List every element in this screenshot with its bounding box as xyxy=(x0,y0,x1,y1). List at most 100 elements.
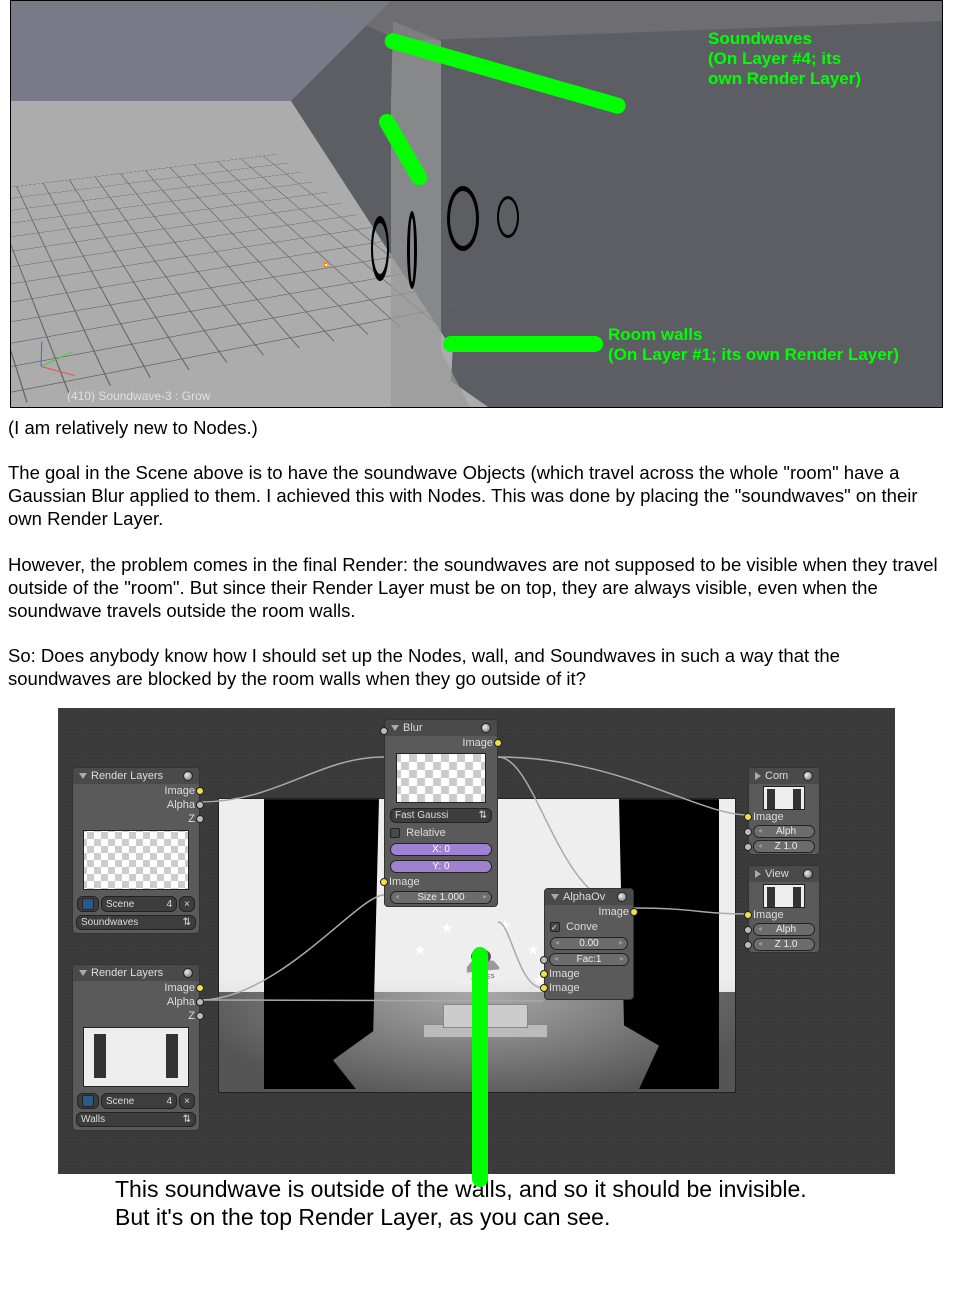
paragraph: So: Does anybody know how I should set u… xyxy=(8,644,945,690)
paragraph: The goal in the Scene above is to have t… xyxy=(8,461,945,530)
bottom-caption: This soundwave is outside of the walls, … xyxy=(115,1176,815,1231)
scene-datablock-button[interactable] xyxy=(77,1093,99,1109)
blur-node[interactable]: Blur Image Fast Gaussi⇅ Relative X: 0 Y:… xyxy=(384,719,498,907)
scene-datablock-button[interactable] xyxy=(77,896,99,912)
render-layers-node[interactable]: Render Layers Image Alpha Z Scene4 × Wal… xyxy=(72,964,200,1131)
checkbox-icon[interactable] xyxy=(550,922,560,932)
node-header[interactable]: Render Layers xyxy=(73,768,199,784)
composite-node[interactable]: Com Image ◂Alph ◂Z 1.0 xyxy=(748,767,820,855)
node-title: Render Layers xyxy=(91,967,163,979)
socket-label: Image xyxy=(164,785,195,797)
socket-label: Image xyxy=(549,968,580,980)
node-title: Render Layers xyxy=(91,770,163,782)
pin-button[interactable]: × xyxy=(179,1093,195,1109)
socket-label: Image xyxy=(549,982,580,994)
input-socket[interactable] xyxy=(744,941,752,949)
viewer-preview xyxy=(763,884,805,908)
output-socket[interactable] xyxy=(494,739,502,747)
output-socket[interactable] xyxy=(196,984,204,992)
input-socket[interactable] xyxy=(744,828,752,836)
soundwave-object[interactable] xyxy=(371,216,389,281)
render-layer-select[interactable]: Soundwaves⇅ xyxy=(76,915,196,930)
fac-field[interactable]: ◂Fac:1▸ xyxy=(549,953,629,966)
node-preview-sphere-icon xyxy=(183,968,193,978)
blur-type-select[interactable]: Fast Gaussi⇅ xyxy=(390,808,492,823)
viewport-keyframe-label: (410) Soundwave-3 : Grow xyxy=(67,389,210,403)
scene-select[interactable]: Scene4 xyxy=(101,896,177,912)
render-preview xyxy=(83,1027,189,1087)
node-header[interactable]: AlphaOv xyxy=(545,889,633,905)
z-field[interactable]: ◂Z 1.0 xyxy=(753,840,815,853)
z-field[interactable]: ◂Z 1.0 xyxy=(753,938,815,951)
pin-button[interactable]: × xyxy=(179,896,195,912)
node-title: Blur xyxy=(403,722,423,734)
input-socket[interactable] xyxy=(744,843,752,851)
scene-select[interactable]: Scene4 xyxy=(101,1093,177,1109)
paragraph: (I am relatively new to Nodes.) xyxy=(8,416,945,439)
node-preview-sphere-icon xyxy=(481,723,491,733)
node-header[interactable]: Render Layers xyxy=(73,965,199,981)
socket-label: Image xyxy=(753,811,784,823)
blender-node-editor[interactable]: MOVIES Render Layers Image Alpha Z Sce xyxy=(58,708,895,1174)
socket-label: Image xyxy=(389,876,420,888)
socket-label: Alpha xyxy=(167,799,195,811)
blur-preview xyxy=(396,753,486,803)
output-socket[interactable] xyxy=(196,998,204,1006)
node-header[interactable]: Blur xyxy=(385,720,497,736)
input-socket[interactable] xyxy=(540,984,548,992)
output-socket[interactable] xyxy=(196,1012,204,1020)
render-layers-node[interactable]: Render Layers Image Alpha Z Scene4 × Sou… xyxy=(72,767,200,934)
node-title: Com xyxy=(765,770,788,782)
node-title: AlphaOv xyxy=(563,891,605,903)
annotation-roomwalls: Room walls (On Layer #1; its own Render … xyxy=(608,325,899,365)
output-socket[interactable] xyxy=(196,801,204,809)
collapse-triangle-icon[interactable] xyxy=(391,725,399,731)
soundwave-object[interactable] xyxy=(497,196,519,238)
collapse-triangle-icon[interactable] xyxy=(79,773,87,779)
collapse-triangle-icon[interactable] xyxy=(551,894,559,900)
node-preview-sphere-icon xyxy=(803,771,813,781)
render-layer-select[interactable]: Walls⇅ xyxy=(76,1112,196,1127)
soundwave-object[interactable] xyxy=(407,211,417,289)
annotation-pointer xyxy=(443,336,603,352)
node-header[interactable]: Com xyxy=(749,768,819,784)
blender-3d-viewport[interactable]: User Persp (Local) + z (410) Soundwave-3… xyxy=(10,0,943,408)
alpha-over-node[interactable]: AlphaOv Image Conve ◂0.00▸ ◂Fac:1▸ Image… xyxy=(544,888,634,1000)
premul-field[interactable]: ◂0.00▸ xyxy=(550,937,628,950)
soundwave-object[interactable] xyxy=(447,186,479,251)
render-preview xyxy=(83,830,189,890)
input-socket[interactable] xyxy=(744,911,752,919)
alpha-field[interactable]: ◂Alph xyxy=(753,825,815,838)
collapse-triangle-icon[interactable] xyxy=(755,772,761,780)
relative-checkbox-row[interactable]: Relative xyxy=(385,825,497,841)
input-socket[interactable] xyxy=(540,956,548,964)
input-socket[interactable] xyxy=(380,878,388,886)
annotation-pointer xyxy=(472,947,488,1187)
checkbox-icon[interactable] xyxy=(390,828,400,838)
input-socket[interactable] xyxy=(744,926,752,934)
input-socket[interactable] xyxy=(540,970,548,978)
socket-label: Image xyxy=(598,906,629,918)
socket-label: Z xyxy=(188,1010,195,1022)
curve-origin-marker[interactable] xyxy=(322,262,330,270)
convert-premul-checkbox[interactable]: Conve xyxy=(545,919,633,935)
input-socket[interactable] xyxy=(744,813,752,821)
node-preview-sphere-icon xyxy=(183,771,193,781)
collapse-triangle-icon[interactable] xyxy=(79,970,87,976)
blur-y-field[interactable]: Y: 0 xyxy=(390,860,492,873)
collapse-triangle-icon[interactable] xyxy=(755,870,761,878)
output-socket[interactable] xyxy=(196,815,204,823)
output-socket[interactable] xyxy=(196,787,204,795)
node-header[interactable]: View xyxy=(749,866,819,882)
question-body: (I am relatively new to Nodes.) The goal… xyxy=(8,416,945,690)
socket-label: Image xyxy=(164,982,195,994)
blur-size-field[interactable]: ◂Size 1.000▸ xyxy=(390,891,492,904)
scene-grid xyxy=(11,131,361,408)
alpha-field[interactable]: ◂Alph xyxy=(753,923,815,936)
viewer-node[interactable]: View Image ◂Alph ◂Z 1.0 xyxy=(748,865,820,953)
axis-z-label: z xyxy=(35,341,40,352)
socket-label: Image xyxy=(462,737,493,749)
blur-x-field[interactable]: X: 0 xyxy=(390,843,492,856)
node-title: View xyxy=(765,868,789,880)
node-preview-sphere-icon xyxy=(617,892,627,902)
